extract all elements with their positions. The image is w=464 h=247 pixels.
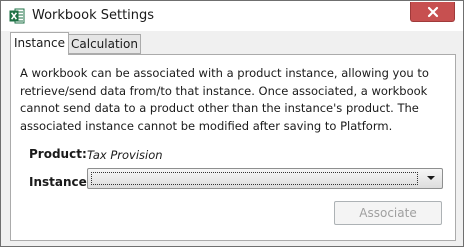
workbook-settings-dialog: Workbook Settings Instance Calculation A… (0, 0, 464, 247)
tab-calculation[interactable]: Calculation (68, 34, 141, 54)
instance-tab-panel: A workbook can be associated with a prod… (10, 54, 456, 241)
associate-button[interactable]: Associate (334, 201, 442, 225)
close-button[interactable] (410, 2, 455, 22)
product-label: Product: (29, 147, 87, 161)
excel-icon (9, 8, 25, 24)
close-icon (427, 6, 439, 18)
title-bar[interactable]: Workbook Settings (1, 1, 463, 31)
chevron-down-icon[interactable] (427, 176, 435, 180)
instance-dropdown[interactable] (87, 168, 443, 189)
tab-instance[interactable]: Instance (10, 32, 69, 55)
focus-indicator (91, 172, 418, 185)
association-description: A workbook can be associated with a prod… (20, 66, 429, 133)
window-title: Workbook Settings (32, 8, 155, 23)
product-value: Tax Provision (87, 148, 163, 162)
instance-label: Instance: (29, 175, 92, 189)
